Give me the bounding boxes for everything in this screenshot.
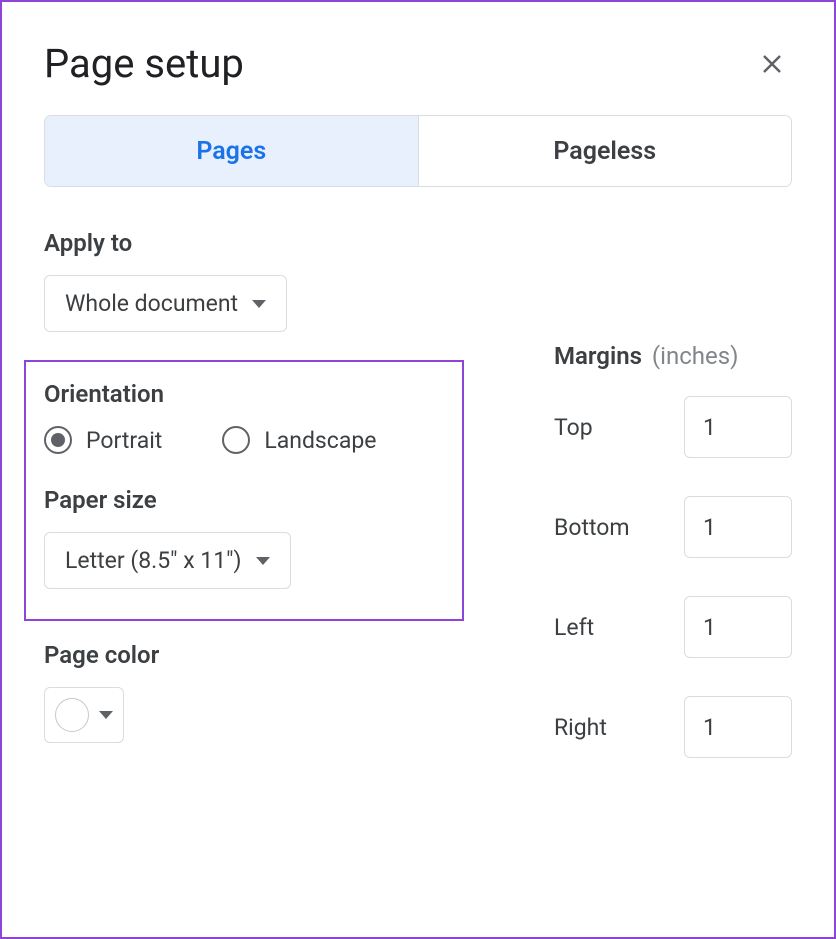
dialog-header: Page setup xyxy=(44,40,792,87)
paper-size-value: Letter (8.5" x 11") xyxy=(65,547,242,574)
margin-left-input[interactable] xyxy=(684,596,792,658)
margins-unit: (inches) xyxy=(652,342,739,370)
tabs: Pages Pageless xyxy=(44,115,792,187)
orientation-options: Portrait Landscape xyxy=(44,426,444,454)
highlight-box: Orientation Portrait Landscape Paper siz… xyxy=(24,360,464,621)
caret-down-icon xyxy=(256,557,270,565)
left-column: Orientation Portrait Landscape Paper siz… xyxy=(44,342,484,743)
margins-label: Margins (inches) xyxy=(554,342,792,370)
margin-bottom-label: Bottom xyxy=(554,514,630,541)
close-button[interactable] xyxy=(752,44,792,84)
page-setup-dialog: Page setup Pages Pageless Apply to Whole… xyxy=(0,0,836,939)
apply-to-dropdown[interactable]: Whole document xyxy=(44,275,287,332)
apply-to-section: Apply to Whole document xyxy=(44,229,792,332)
orientation-landscape-label: Landscape xyxy=(264,427,376,454)
caret-down-icon xyxy=(252,300,266,308)
apply-to-value: Whole document xyxy=(65,290,238,317)
orientation-landscape[interactable]: Landscape xyxy=(222,426,376,454)
margins-label-text: Margins xyxy=(554,342,642,370)
margin-row-top: Top xyxy=(554,396,792,458)
margin-right-label: Right xyxy=(554,714,607,741)
margin-top-label: Top xyxy=(554,414,593,441)
tab-pages[interactable]: Pages xyxy=(45,116,419,186)
orientation-portrait-label: Portrait xyxy=(86,427,162,454)
color-swatch xyxy=(55,698,89,732)
content-columns: Orientation Portrait Landscape Paper siz… xyxy=(44,342,792,796)
paper-size-label: Paper size xyxy=(44,486,444,514)
paper-size-dropdown[interactable]: Letter (8.5" x 11") xyxy=(44,532,291,589)
orientation-portrait[interactable]: Portrait xyxy=(44,426,162,454)
margin-bottom-input[interactable] xyxy=(684,496,792,558)
margin-top-input[interactable] xyxy=(684,396,792,458)
dialog-title: Page setup xyxy=(44,40,244,87)
caret-down-icon xyxy=(99,711,113,719)
margin-left-label: Left xyxy=(554,614,594,641)
margin-right-input[interactable] xyxy=(684,696,792,758)
page-color-dropdown[interactable] xyxy=(44,687,124,743)
close-icon xyxy=(760,52,784,76)
orientation-label: Orientation xyxy=(44,380,444,408)
apply-to-label: Apply to xyxy=(44,229,792,257)
radio-icon xyxy=(44,426,72,454)
tab-pageless[interactable]: Pageless xyxy=(419,116,792,186)
right-column: Margins (inches) Top Bottom Left Right xyxy=(554,342,792,796)
margin-row-right: Right xyxy=(554,696,792,758)
page-color-label: Page color xyxy=(44,641,484,669)
margin-row-bottom: Bottom xyxy=(554,496,792,558)
margin-row-left: Left xyxy=(554,596,792,658)
radio-icon xyxy=(222,426,250,454)
